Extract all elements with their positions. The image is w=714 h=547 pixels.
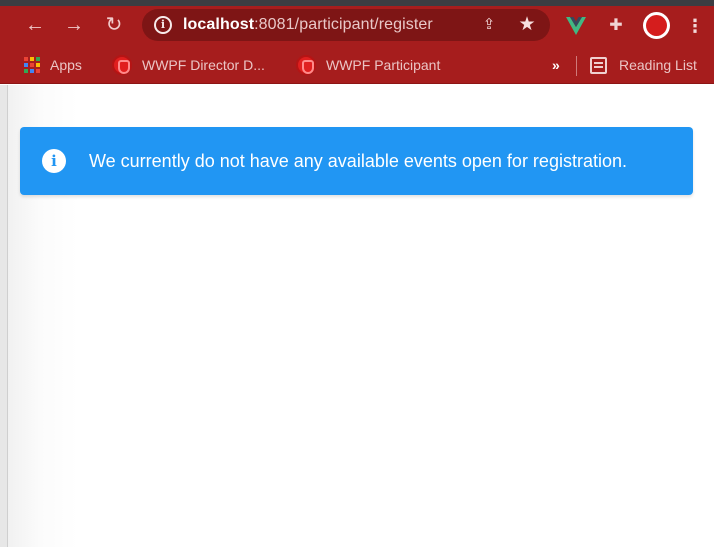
- browser-menu-icon[interactable]: ⋮: [686, 15, 704, 37]
- browser-toolbar: ← → ↻ i localhost:8081/participant/regis…: [0, 6, 714, 46]
- shield-favicon-icon: [296, 55, 316, 75]
- url-host: localhost: [183, 16, 255, 33]
- alert-message: We currently do not have any available e…: [89, 151, 627, 171]
- extensions-puzzle-icon[interactable]: ✚: [607, 17, 625, 35]
- back-arrow-icon[interactable]: ←: [23, 13, 47, 37]
- vue-devtools-icon[interactable]: [566, 17, 586, 35]
- reading-list-button[interactable]: Reading List: [590, 55, 697, 75]
- bookmarks-overflow-icon[interactable]: »: [552, 55, 560, 75]
- bookmark-label: WWPF Director D...: [142, 57, 265, 73]
- bookmark-wwpf-director[interactable]: WWPF Director D...: [112, 55, 265, 75]
- bookmark-wwpf-participant[interactable]: WWPF Participant: [296, 55, 440, 75]
- bookmarks-bar: Apps WWPF Director D... WWPF Participant…: [0, 46, 714, 84]
- bookmarks-divider: [576, 56, 577, 76]
- page-viewport: i We currently do not have any available…: [0, 85, 714, 547]
- url-path: :8081/participant/register: [254, 16, 433, 33]
- apps-grid-icon: [24, 57, 40, 73]
- reading-list-label: Reading List: [619, 57, 697, 73]
- forward-arrow-icon[interactable]: →: [62, 13, 86, 37]
- address-bar[interactable]: i localhost:8081/participant/register ⇪ …: [142, 9, 550, 41]
- reload-icon[interactable]: ↻: [102, 13, 126, 37]
- reading-list-icon: [590, 56, 607, 74]
- bookmark-label: Apps: [50, 57, 82, 73]
- profile-avatar[interactable]: [643, 12, 670, 39]
- window-left-edge: [0, 85, 8, 547]
- url-text[interactable]: localhost:8081/participant/register: [183, 16, 433, 34]
- info-circle-icon: i: [42, 149, 66, 173]
- bookmark-label: WWPF Participant: [326, 57, 441, 73]
- site-info-icon[interactable]: i: [154, 16, 172, 34]
- bookmark-star-icon[interactable]: ★: [517, 15, 537, 35]
- share-icon[interactable]: ⇪: [480, 16, 498, 34]
- shield-favicon-icon: [112, 55, 132, 75]
- info-alert: i We currently do not have any available…: [20, 127, 693, 195]
- bookmark-apps[interactable]: Apps: [24, 55, 82, 75]
